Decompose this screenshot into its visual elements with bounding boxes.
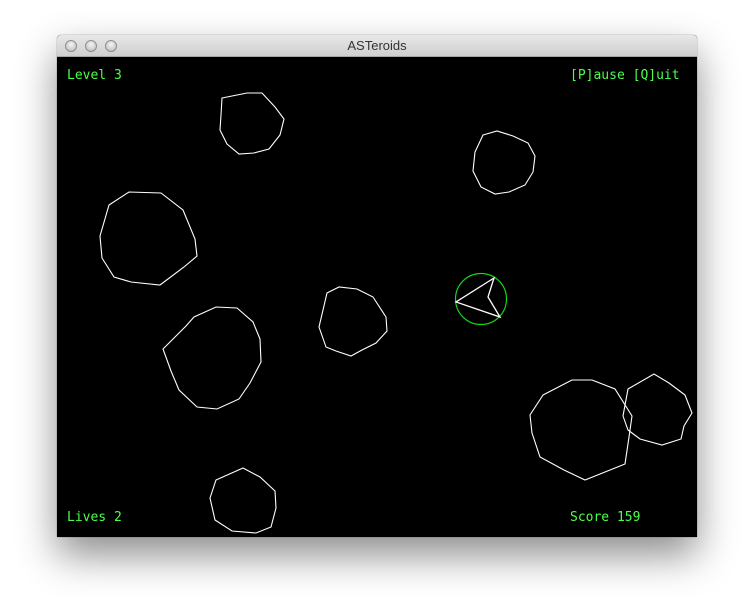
asteroid — [622, 373, 693, 446]
lives-counter: Lives 2 — [67, 510, 122, 525]
score-counter: Score 159 — [570, 510, 641, 525]
title-bar[interactable]: ASTeroids — [57, 35, 697, 57]
window-title: ASTeroids — [347, 38, 407, 53]
level-indicator: Level 3 — [67, 68, 122, 83]
asteroid — [529, 379, 633, 481]
game-window: ASTeroids Level 3 [P]ause [Q]uit Lives 2… — [57, 35, 697, 537]
controls-hint: [P]ause [Q]uit — [570, 68, 680, 83]
asteroid — [219, 92, 285, 155]
asteroid — [209, 467, 277, 534]
asteroid — [318, 286, 388, 357]
game-canvas[interactable]: Level 3 [P]ause [Q]uit Lives 2 Score 159 — [57, 57, 697, 537]
player-ship — [454, 276, 502, 319]
asteroid — [162, 306, 262, 410]
playfield — [99, 92, 693, 534]
asteroid — [472, 130, 536, 195]
asteroid — [99, 191, 198, 286]
